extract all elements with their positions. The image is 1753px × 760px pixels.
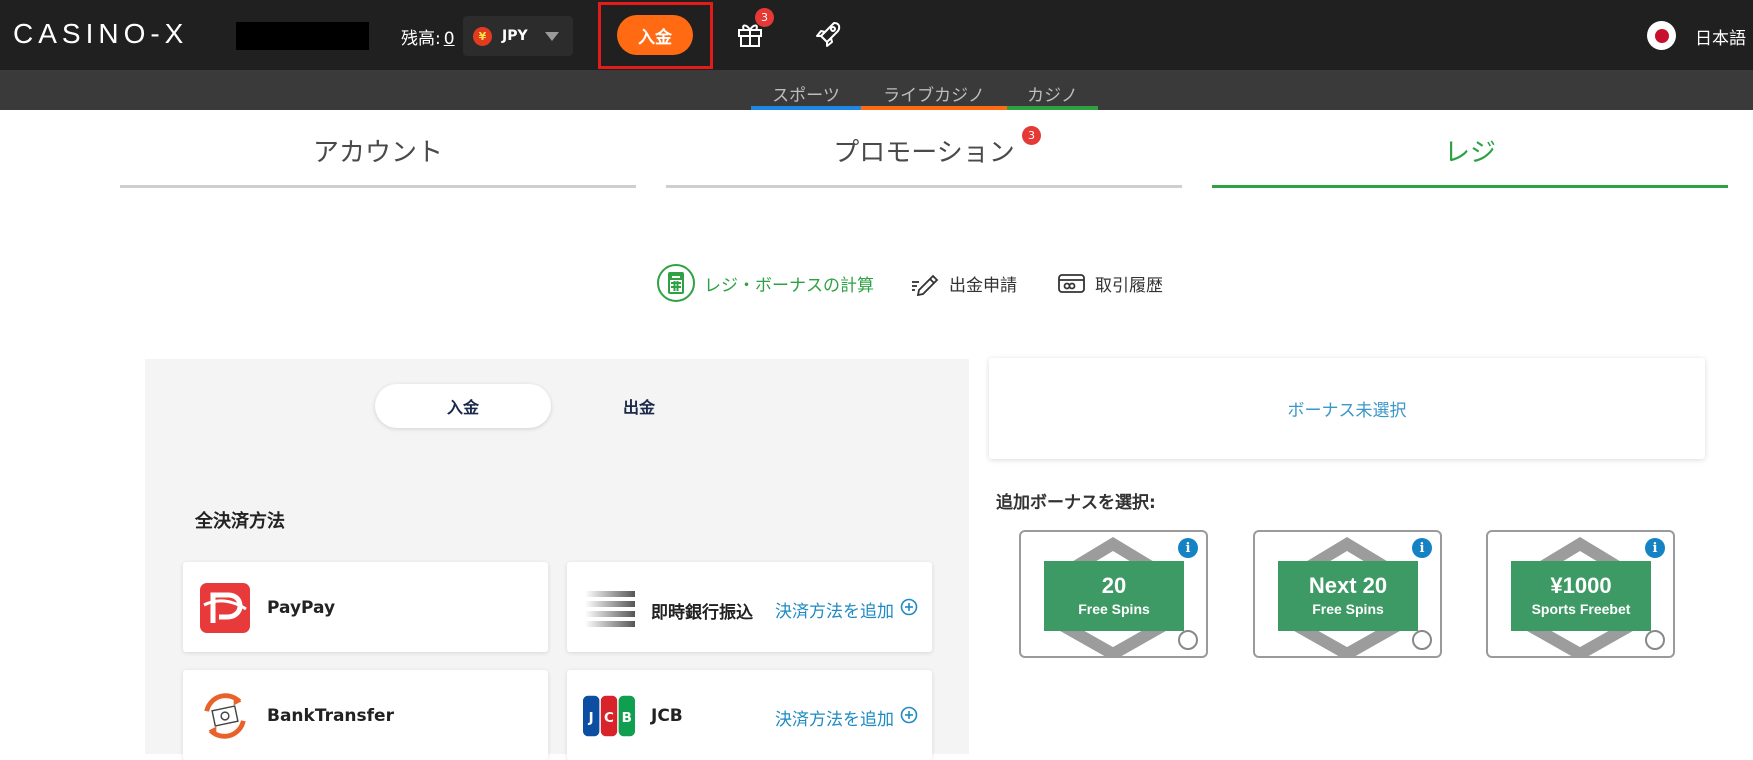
- plus-circle-icon: [900, 598, 918, 621]
- currency-selector[interactable]: ¥ JPY: [463, 16, 573, 56]
- tab-cashier-label: レジ: [1443, 138, 1496, 168]
- svg-text:C: C: [604, 710, 614, 726]
- bonus-card-sports-freebet[interactable]: ¥1000 Sports Freebet i: [1486, 530, 1675, 658]
- bonus-tag: Next 20 Free Spins: [1278, 561, 1418, 631]
- top-bar: CASINO-X 残高: 0 ¥ JPY 入金 3 日本語: [0, 0, 1753, 70]
- nav-casino[interactable]: カジノ: [1007, 81, 1098, 110]
- jcb-logo-icon: J C B: [583, 690, 635, 742]
- chevron-down-icon: [545, 32, 559, 41]
- subtab-transaction-history[interactable]: 取引履歴: [1057, 263, 1163, 303]
- add-payment-method-link[interactable]: 決済方法を追加: [775, 705, 918, 730]
- bonus-tag: 20 Free Spins: [1044, 561, 1184, 631]
- paypay-logo-icon: [199, 582, 251, 634]
- nav-casino-underline: [1007, 106, 1098, 110]
- balance-value[interactable]: 0: [444, 29, 455, 49]
- bonus-type: Free Spins: [1312, 601, 1384, 617]
- nav-live-casino-label: ライブカジノ: [883, 86, 985, 106]
- nav-sports[interactable]: スポーツ: [751, 81, 861, 110]
- toggle-deposit[interactable]: 入金: [375, 384, 551, 428]
- bonus-radio[interactable]: [1645, 630, 1665, 650]
- subtab-calc-label: レジ・ボーナスの計算: [704, 275, 874, 296]
- plus-circle-icon: [900, 706, 918, 729]
- bonus-radio[interactable]: [1178, 630, 1198, 650]
- jcb-label: JCB: [651, 706, 683, 726]
- add-payment-method-link[interactable]: 決済方法を追加: [775, 597, 918, 622]
- info-icon[interactable]: i: [1412, 538, 1432, 558]
- bonus-card-next-free-spins[interactable]: Next 20 Free Spins i: [1253, 530, 1442, 658]
- add-method-label: 決済方法を追加: [775, 710, 894, 730]
- tab-account[interactable]: アカウント: [120, 132, 636, 188]
- bonus-amount: 20: [1101, 573, 1127, 598]
- nav-live-casino-underline: [861, 106, 1007, 110]
- calculator-icon: [656, 263, 696, 303]
- balance-display: 残高: 0: [401, 24, 455, 49]
- bonus-amount: ¥1000: [1550, 573, 1612, 598]
- wallet-icon: [1057, 270, 1087, 296]
- gift-badge: 3: [755, 8, 774, 27]
- add-bonus-title: 追加ボーナスを選択:: [996, 493, 1156, 513]
- svg-text:J: J: [588, 710, 594, 726]
- payment-method-instant-bank[interactable]: 即時銀行振込 決済方法を追加: [567, 562, 932, 652]
- info-icon[interactable]: i: [1178, 538, 1198, 558]
- payment-method-jcb[interactable]: J C B JCB 決済方法を追加: [567, 670, 932, 760]
- product-nav: スポーツ ライブカジノ カジノ: [0, 70, 1753, 110]
- bonus-tag: ¥1000 Sports Freebet: [1511, 561, 1651, 631]
- tab-cashier[interactable]: レジ: [1212, 132, 1728, 188]
- info-icon[interactable]: i: [1645, 538, 1665, 558]
- bonus-card-free-spins[interactable]: 20 Free Spins i: [1019, 530, 1208, 658]
- svg-text:B: B: [622, 710, 632, 726]
- paypay-label: PayPay: [267, 598, 336, 618]
- all-methods-title: 全決済方法: [195, 511, 285, 532]
- pencil-icon: [911, 270, 941, 296]
- subtab-history-label: 取引履歴: [1095, 275, 1163, 296]
- casino-logo[interactable]: CASINO-X: [13, 18, 188, 50]
- toggle-withdraw[interactable]: 出金: [551, 384, 727, 428]
- instant-bank-label: 即時銀行振込: [651, 603, 753, 623]
- bonus-radio[interactable]: [1412, 630, 1432, 650]
- username-redacted: [236, 22, 369, 50]
- nav-sports-underline: [751, 106, 861, 110]
- promotion-badge: 3: [1022, 126, 1041, 145]
- payment-method-paypay[interactable]: PayPay: [183, 562, 548, 652]
- no-bonus-label: ボーナス未選択: [1287, 401, 1407, 421]
- deposit-button[interactable]: 入金: [617, 15, 693, 55]
- selected-bonus-box[interactable]: ボーナス未選択: [989, 358, 1705, 459]
- payment-panel: 入金 出金 全決済方法 PayPay 即時銀行振込 決済方法を追加 BankTr…: [145, 359, 969, 760]
- nav-live-casino[interactable]: ライブカジノ: [861, 81, 1007, 110]
- japan-flag-icon[interactable]: [1647, 21, 1676, 50]
- nav-casino-label: カジノ: [1027, 86, 1078, 106]
- bonus-amount: Next 20: [1308, 573, 1388, 598]
- yen-icon: ¥: [473, 26, 492, 46]
- bonus-type: Free Spins: [1078, 601, 1150, 617]
- subtab-withdraw-request[interactable]: 出金申請: [911, 263, 1017, 303]
- tab-account-label: アカウント: [312, 138, 443, 168]
- nav-sports-label: スポーツ: [772, 86, 840, 106]
- bonus-type: Sports Freebet: [1531, 601, 1631, 617]
- instant-bank-logo-icon: [583, 582, 635, 634]
- add-method-label: 決済方法を追加: [775, 602, 894, 622]
- payment-method-bank-transfer[interactable]: BankTransfer: [183, 670, 548, 760]
- subtab-cashier-bonus-calc[interactable]: レジ・ボーナスの計算: [656, 263, 874, 303]
- rocket-icon[interactable]: [813, 19, 843, 53]
- currency-label: JPY: [502, 28, 528, 44]
- language-selector[interactable]: 日本語: [1695, 24, 1746, 49]
- tab-promotion-label: プロモーション: [833, 138, 1015, 168]
- bank-transfer-label: BankTransfer: [267, 706, 394, 726]
- bank-transfer-logo-icon: [199, 690, 251, 742]
- balance-label: 残高:: [401, 29, 441, 49]
- tab-promotion[interactable]: プロモーション: [666, 132, 1182, 188]
- subtab-withdraw-label: 出金申請: [949, 275, 1017, 296]
